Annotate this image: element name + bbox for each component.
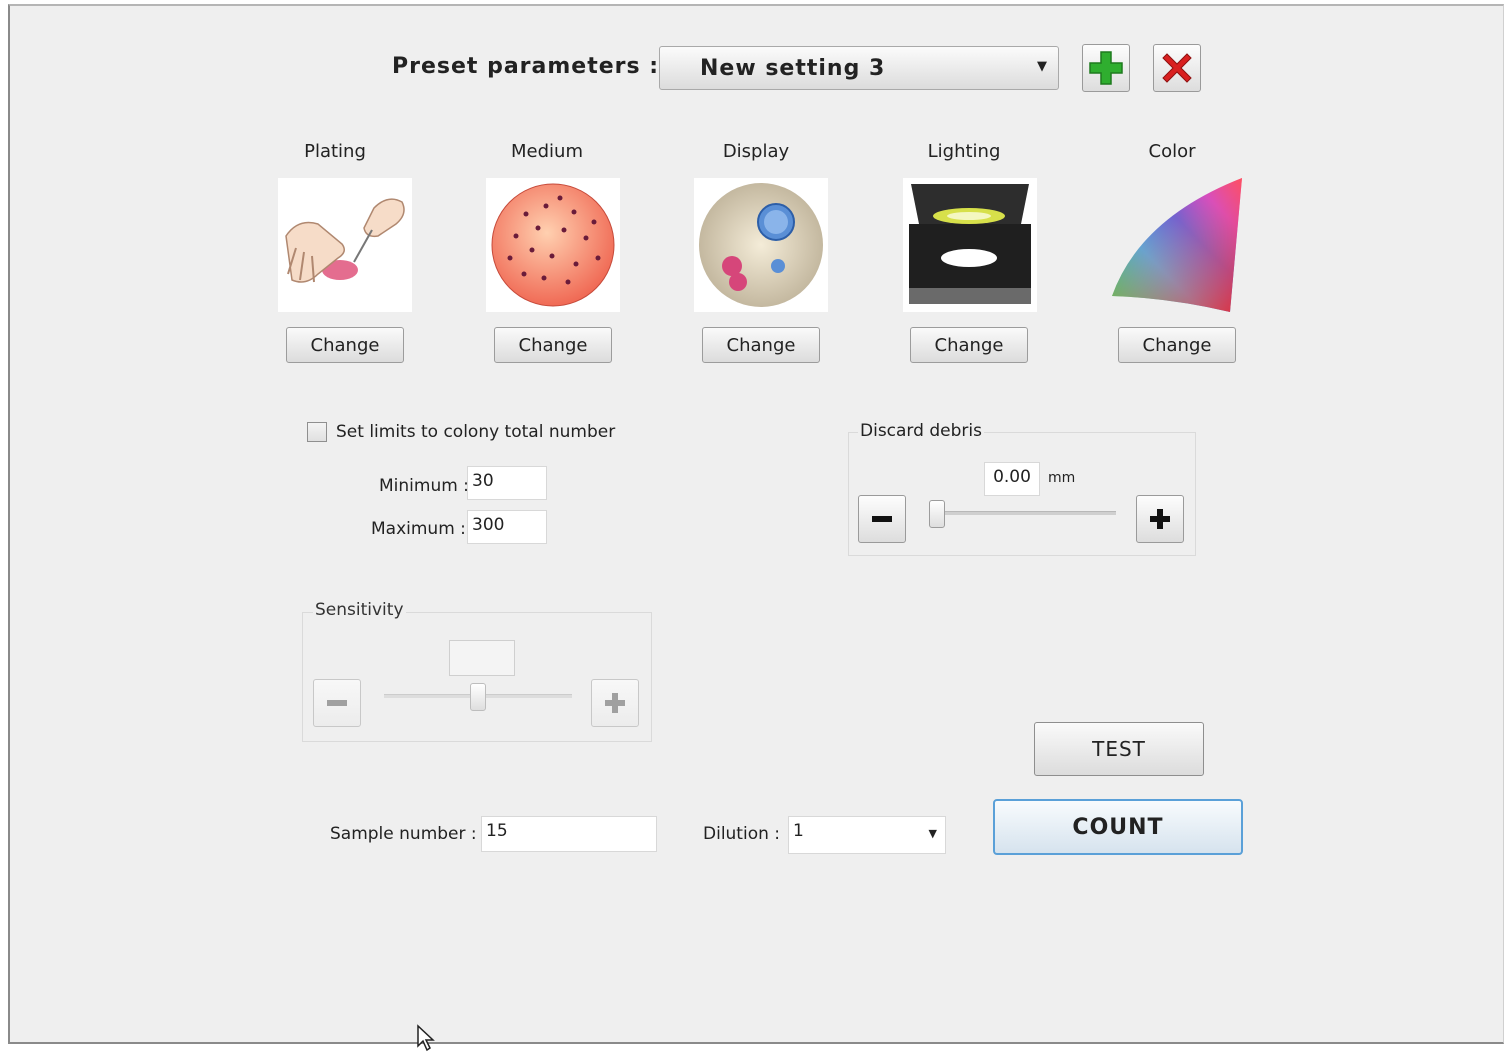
count-button[interactable]: COUNT [993,799,1243,855]
plus-icon [605,693,625,713]
dilution-select[interactable]: 1 ▼ [788,816,946,854]
debris-increase-button[interactable] [1136,495,1184,543]
debris-slider-thumb[interactable] [929,500,945,528]
petri-dish-icon [486,178,620,312]
debris-value[interactable]: 0.00 [984,462,1040,496]
lighting-device-icon [903,178,1037,312]
color-change-button[interactable]: Change [1118,327,1236,363]
minimum-label: Minimum : [379,476,469,496]
sensitivity-title: Sensitivity [313,600,406,620]
sensitivity-slider-thumb[interactable] [470,683,486,711]
plus-icon [1150,509,1170,529]
display-circle-icon [694,178,828,312]
minus-icon [327,700,347,706]
add-preset-button[interactable] [1082,44,1130,92]
debris-decrease-button[interactable] [858,495,906,543]
set-limits-checkbox[interactable] [307,422,327,442]
color-gamut-icon [1110,178,1244,312]
preset-parameters-label: Preset parameters : [392,54,660,79]
discard-debris-title: Discard debris [858,421,984,441]
lighting-label: Lighting [927,141,1001,162]
plating-change-button[interactable]: Change [286,327,404,363]
maximum-input[interactable]: 300 [467,510,547,544]
delete-x-icon [1162,53,1192,83]
maximum-label: Maximum : [371,519,466,539]
set-limits-label: Set limits to colony total number [336,422,616,442]
color-label: Color [1148,141,1196,162]
plating-hands-icon [278,178,412,312]
preset-select[interactable]: New setting 3 ▼ [659,46,1059,90]
mouse-cursor-icon [417,1024,435,1052]
debris-unit: mm [1048,470,1076,486]
sample-number-label: Sample number : [330,824,477,844]
plus-icon [1089,51,1123,85]
medium-change-button[interactable]: Change [494,327,612,363]
sensitivity-decrease-button[interactable] [313,679,361,727]
chevron-down-icon: ▼ [1037,59,1048,74]
display-label: Display [722,141,790,162]
display-change-button[interactable]: Change [702,327,820,363]
preset-select-value: New setting 3 [700,56,886,81]
chevron-down-icon: ▼ [928,827,937,840]
dilution-label: Dilution : [703,824,781,844]
minimum-input[interactable]: 30 [467,466,547,500]
lighting-change-button[interactable]: Change [910,327,1028,363]
sensitivity-value[interactable] [449,640,515,676]
minus-icon [872,516,892,522]
delete-preset-button[interactable] [1153,44,1201,92]
sample-number-input[interactable]: 15 [481,816,657,852]
medium-label: Medium [511,141,583,162]
test-button[interactable]: TEST [1034,722,1204,776]
dilution-select-value: 1 [793,821,804,841]
sensitivity-increase-button[interactable] [591,679,639,727]
plating-label: Plating [304,141,366,162]
debris-slider-track[interactable] [930,511,1116,515]
